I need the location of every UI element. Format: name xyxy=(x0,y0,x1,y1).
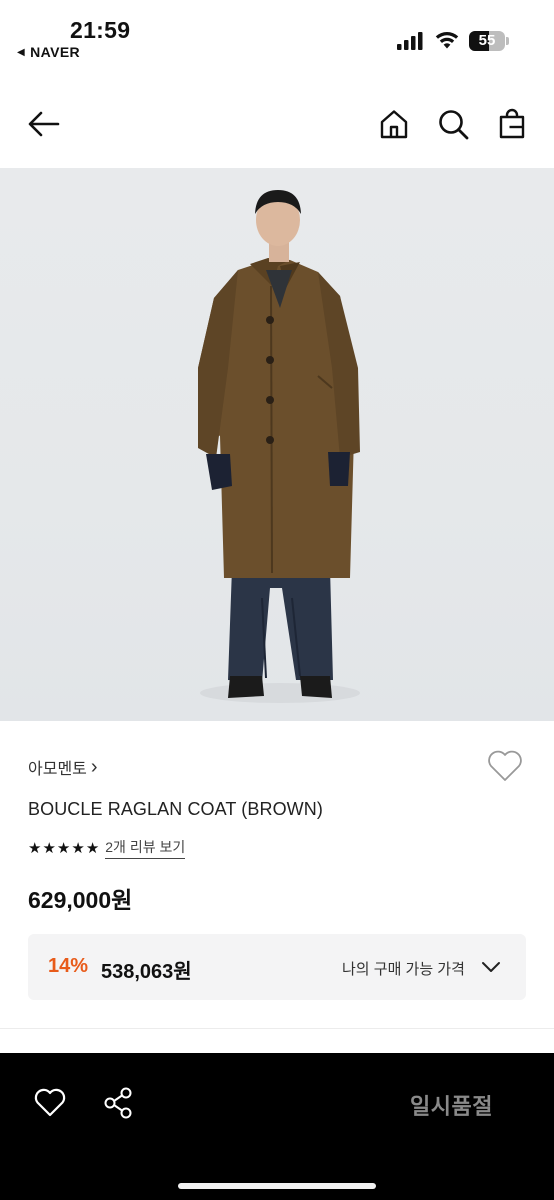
product-image[interactable] xyxy=(0,168,554,721)
battery-indicator: 55 xyxy=(469,31,509,51)
original-price: 629,000원 xyxy=(28,887,133,913)
bottom-action-bar: 일시품절 xyxy=(0,1053,554,1200)
share-icon xyxy=(104,1087,132,1119)
star-icon: ★ xyxy=(28,839,42,857)
back-triangle-icon: ◀ xyxy=(17,46,26,58)
star-rating: ★ ★ ★ ★ ★ xyxy=(28,841,99,856)
arrow-left-icon xyxy=(28,111,60,137)
my-price-label: 나의 구매 가능 가격 xyxy=(342,961,465,978)
wishlist-button[interactable] xyxy=(32,1085,68,1121)
battery-percent: 55 xyxy=(478,32,496,49)
rating-row: ★ ★ ★ ★ ★ 2개 리뷰 보기 xyxy=(28,837,186,859)
back-button[interactable] xyxy=(26,106,62,142)
star-icon: ★ xyxy=(85,839,100,857)
heart-icon xyxy=(34,1088,66,1117)
chevron-right-icon: › xyxy=(90,756,98,778)
cart-button[interactable] xyxy=(494,106,530,142)
status-bar: 21:59 ◀ NAVER 55 xyxy=(0,0,554,70)
discount-rate: 14% xyxy=(48,955,89,977)
my-price-dropdown[interactable]: 14% 538,063원 나의 구매 가능 가격 xyxy=(28,934,526,1000)
search-button[interactable] xyxy=(435,106,471,142)
cellular-signal-icon xyxy=(397,32,423,50)
home-indicator[interactable] xyxy=(178,1183,376,1189)
star-icon: ★ xyxy=(56,839,71,857)
share-button[interactable] xyxy=(100,1085,136,1121)
brand-link[interactable]: 아모멘토 › xyxy=(28,755,98,779)
review-link[interactable]: 2개 리뷰 보기 xyxy=(105,837,186,859)
brand-name: 아모멘토 xyxy=(28,761,87,778)
section-divider xyxy=(0,1028,554,1029)
wifi-icon xyxy=(435,32,459,49)
wishlist-heart-button[interactable] xyxy=(486,749,524,783)
heart-outline-icon xyxy=(488,750,522,781)
home-icon xyxy=(380,110,408,139)
discount-price: 538,063원 xyxy=(101,961,192,983)
back-to-app-link[interactable]: ◀ NAVER xyxy=(17,44,80,60)
search-icon xyxy=(439,110,469,140)
product-title: BOUCLE RAGLAN COAT (BROWN) xyxy=(28,799,323,819)
star-icon: ★ xyxy=(71,839,85,857)
shopping-bag-icon xyxy=(499,108,525,139)
home-button[interactable] xyxy=(376,106,412,142)
chevron-down-icon xyxy=(482,962,500,972)
star-icon: ★ xyxy=(42,839,56,857)
top-navigation xyxy=(0,90,554,162)
status-time: 21:59 xyxy=(70,17,131,43)
back-app-label: NAVER xyxy=(30,44,81,60)
sold-out-status: 일시품절 xyxy=(410,1094,493,1119)
product-photo-illustration xyxy=(198,190,360,703)
